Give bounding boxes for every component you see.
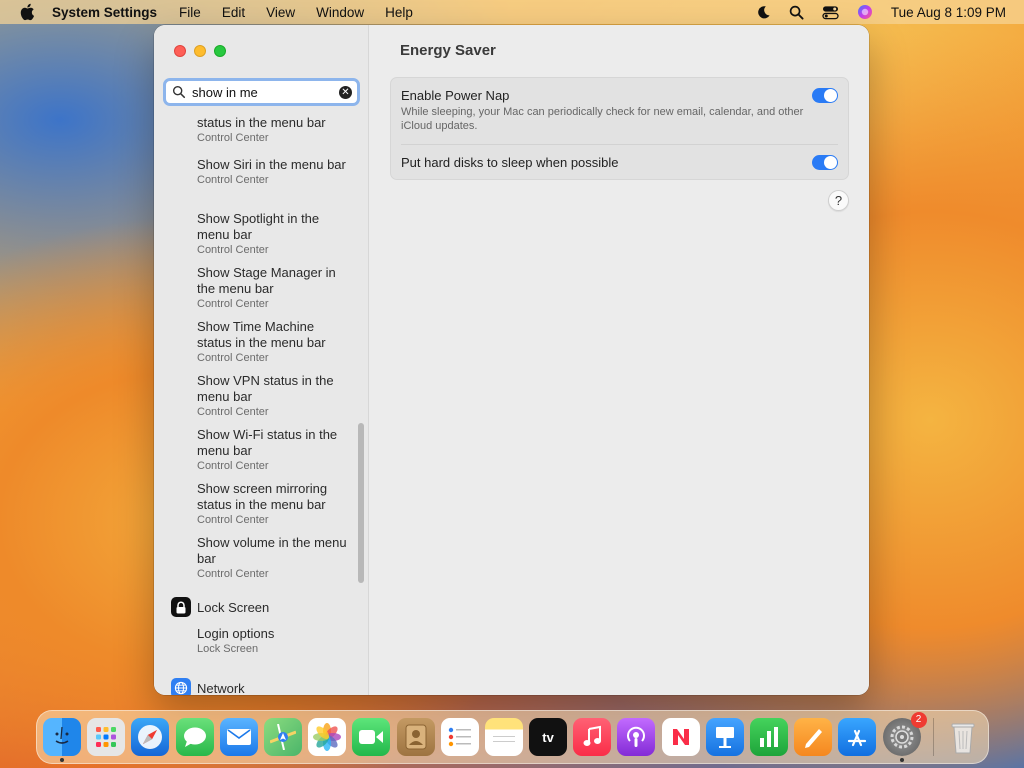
- setting-description: While sleeping, your Mac can periodicall…: [401, 106, 804, 132]
- finder-icon[interactable]: [43, 718, 81, 762]
- row-divider: [401, 144, 838, 145]
- menu-help[interactable]: Help: [385, 5, 413, 20]
- sidebar-scrollbar[interactable]: [358, 423, 364, 583]
- search-result-category: Control Center: [197, 568, 269, 580]
- running-indicator: [60, 758, 64, 762]
- zoom-window-button[interactable]: [214, 45, 226, 57]
- apple-menu-icon[interactable]: [18, 3, 36, 21]
- maps-icon[interactable]: [263, 718, 302, 756]
- search-result-title: Login options: [197, 626, 275, 641]
- news-icon[interactable]: [661, 718, 700, 756]
- search-result-title: Show Stage Manager in the menu bar: [197, 265, 336, 296]
- control-center-icon[interactable]: [822, 5, 839, 20]
- app-store-icon[interactable]: [838, 718, 877, 756]
- search-result-category: Lock Screen: [197, 643, 259, 655]
- search-result-title: Show volume in the menu bar: [197, 535, 347, 566]
- menu-view[interactable]: View: [266, 5, 295, 20]
- mail-icon[interactable]: [219, 718, 258, 756]
- setting-label: Put hard disks to sleep when possible: [401, 155, 619, 170]
- podcasts-icon[interactable]: [617, 718, 656, 756]
- focus-moon-icon[interactable]: [756, 5, 771, 20]
- notification-badge: 2: [910, 712, 927, 728]
- search-result[interactable]: Show Stage Manager in the menu bar Contr…: [197, 265, 347, 311]
- keynote-icon[interactable]: [705, 718, 744, 756]
- menu-edit[interactable]: Edit: [222, 5, 245, 20]
- menu-bar-clock[interactable]: Tue Aug 8 1:09 PM: [891, 5, 1006, 20]
- search-field[interactable]: ✕: [163, 78, 360, 106]
- search-result-category: Control Center: [197, 174, 269, 186]
- page-title: Energy Saver: [400, 42, 496, 59]
- menu-bar: System Settings File Edit View Window He…: [0, 0, 1024, 24]
- search-result[interactable]: Show Spotlight in the menu bar Control C…: [197, 211, 347, 257]
- search-result-title: Show screen mirroring status in the menu…: [197, 481, 328, 512]
- search-result[interactable]: Show volume in the menu bar Control Cent…: [197, 535, 347, 581]
- search-result[interactable]: status in the menu bar Control Center: [197, 115, 347, 145]
- setting-label: Enable Power Nap: [401, 88, 510, 103]
- system-settings-icon[interactable]: 2: [882, 712, 927, 762]
- photos-icon[interactable]: [308, 718, 347, 756]
- search-result[interactable]: Show screen mirroring status in the menu…: [197, 481, 347, 527]
- dock-separator: [932, 718, 934, 756]
- search-result[interactable]: Show Time Machine status in the menu bar…: [197, 319, 347, 365]
- search-result-title: Show Siri in the menu bar: [197, 157, 346, 172]
- search-result-category: Control Center: [197, 406, 269, 418]
- music-icon[interactable]: [573, 718, 612, 756]
- tv-label: tv: [542, 729, 554, 745]
- search-result-category: Control Center: [197, 244, 269, 256]
- hard-disk-sleep-toggle[interactable]: [812, 155, 838, 170]
- sidebar-section-label: Lock Screen: [197, 599, 270, 615]
- clear-search-icon[interactable]: ✕: [339, 86, 352, 99]
- safari-icon[interactable]: [131, 718, 170, 756]
- search-result-title: Show Wi-Fi status in the menu bar: [197, 427, 338, 458]
- menu-window[interactable]: Window: [316, 5, 364, 20]
- window-controls: [174, 45, 226, 57]
- search-result[interactable]: Show VPN status in the menu bar Control …: [197, 373, 347, 419]
- dock: tv 2: [36, 710, 989, 764]
- spotlight-search-icon[interactable]: [789, 5, 804, 20]
- search-input[interactable]: [192, 84, 332, 100]
- setting-row-power-nap: Enable Power Nap While sleeping, your Ma…: [401, 88, 838, 133]
- globe-icon: [171, 678, 191, 695]
- search-result[interactable]: Login options Lock Screen: [197, 626, 347, 656]
- search-result-category: Control Center: [197, 352, 269, 364]
- lock-icon: [171, 597, 191, 617]
- messages-icon[interactable]: [175, 718, 214, 756]
- search-result-title: Show VPN status in the menu bar: [197, 373, 334, 404]
- notes-icon[interactable]: [484, 718, 523, 756]
- sidebar-section-network[interactable]: Network: [171, 678, 245, 695]
- minimize-window-button[interactable]: [194, 45, 206, 57]
- trash-icon[interactable]: [944, 718, 982, 756]
- search-icon: [172, 85, 186, 99]
- numbers-icon[interactable]: [750, 718, 788, 756]
- search-result[interactable]: Show Siri in the menu bar Control Center: [197, 157, 347, 187]
- search-result-title: status in the menu bar: [197, 115, 326, 130]
- settings-group: Enable Power Nap While sleeping, your Ma…: [390, 77, 849, 180]
- launchpad-icon[interactable]: [87, 718, 126, 756]
- search-result[interactable]: Show Wi-Fi status in the menu bar Contro…: [197, 427, 347, 473]
- pages-icon[interactable]: [794, 718, 833, 756]
- search-result-title: Show Spotlight in the menu bar: [197, 211, 320, 242]
- facetime-icon[interactable]: [352, 718, 391, 756]
- search-result-category: Control Center: [197, 460, 269, 472]
- energy-saver-pane: Energy Saver Enable Power Nap While slee…: [370, 25, 869, 695]
- search-result-category: Control Center: [197, 298, 269, 310]
- close-window-button[interactable]: [174, 45, 186, 57]
- app-menu-name[interactable]: System Settings: [52, 5, 157, 20]
- sidebar-section-label: Network: [197, 680, 245, 696]
- reminders-icon[interactable]: [440, 718, 479, 756]
- setting-row-hard-disk-sleep: Put hard disks to sleep when possible: [401, 155, 838, 170]
- power-nap-toggle[interactable]: [812, 88, 838, 103]
- help-button[interactable]: ?: [828, 190, 849, 211]
- apple-tv-icon[interactable]: tv: [529, 718, 568, 756]
- sidebar-section-lock-screen[interactable]: Lock Screen: [171, 597, 269, 617]
- system-settings-window: ✕ status in the menu bar Control Center …: [154, 25, 869, 695]
- search-result-category: Control Center: [197, 132, 269, 144]
- search-result-category: Control Center: [197, 514, 269, 526]
- siri-icon[interactable]: [857, 4, 873, 20]
- search-result-title: Show Time Machine status in the menu bar: [197, 319, 326, 350]
- contacts-icon[interactable]: [396, 718, 435, 756]
- menu-file[interactable]: File: [179, 5, 201, 20]
- sidebar: ✕ status in the menu bar Control Center …: [154, 25, 369, 695]
- running-indicator: [899, 758, 904, 762]
